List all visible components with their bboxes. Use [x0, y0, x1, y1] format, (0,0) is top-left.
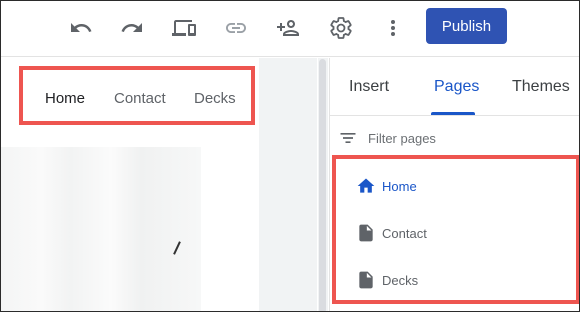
page-item-label: Decks — [382, 272, 419, 288]
home-icon — [357, 178, 375, 193]
toolbar: Publish — [1, 1, 579, 57]
filter-icon — [340, 133, 356, 143]
page-item-label: Home — [382, 178, 417, 194]
site-nav-home[interactable]: Home — [45, 90, 85, 107]
site-nav-contact[interactable]: Contact — [114, 90, 166, 107]
site-nav-decks[interactable]: Decks — [194, 90, 236, 107]
site-navigation: Home Contact Decks — [19, 66, 255, 125]
page-item-contact[interactable]: Contact — [356, 221, 556, 245]
document-icon — [359, 224, 373, 242]
pages-list: Home Contact Decks — [332, 155, 579, 304]
hero-image — [1, 147, 201, 311]
filter-pages-input[interactable] — [368, 128, 568, 148]
more-vert-icon[interactable] — [379, 14, 407, 42]
page-item-label: Contact — [382, 225, 427, 241]
settings-icon[interactable] — [327, 14, 355, 42]
tab-pages[interactable]: Pages — [434, 78, 479, 96]
tab-themes[interactable]: Themes — [512, 78, 570, 96]
tab-divider — [330, 115, 579, 116]
site-page-preview: Home Contact Decks — [1, 58, 259, 311]
redo-icon[interactable] — [118, 14, 146, 42]
tab-insert[interactable]: Insert — [349, 78, 389, 96]
app-frame: Publish Home Contact Decks Insert Pages … — [0, 0, 580, 312]
side-panel: Insert Pages Themes Home Contact Decks — [329, 58, 579, 311]
filter-pages — [338, 126, 578, 150]
link-icon[interactable] — [222, 14, 250, 42]
document-icon — [359, 271, 373, 289]
page-item-home[interactable]: Home — [356, 174, 556, 198]
editor-canvas: Home Contact Decks — [1, 58, 317, 311]
page-item-decks[interactable]: Decks — [356, 268, 556, 292]
preview-icon[interactable] — [170, 14, 198, 42]
undo-icon[interactable] — [67, 14, 95, 42]
canvas-scrollbar[interactable] — [319, 59, 326, 311]
publish-button[interactable]: Publish — [426, 8, 507, 44]
share-icon[interactable] — [274, 14, 302, 42]
